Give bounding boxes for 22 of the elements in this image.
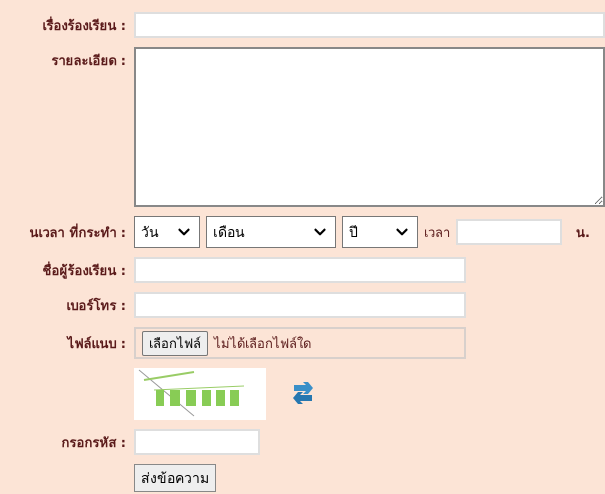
text-field[interactable]: [134, 292, 466, 318]
submit-button[interactable]: ส่งข้อความ: [134, 464, 216, 492]
field-label: เบอร์โทร :: [66, 296, 126, 316]
time-label: เวลา: [424, 224, 450, 242]
field-label: รายละเอียด :: [51, 52, 126, 71]
field-label: ชื่อผู้ร้องเรียน :: [42, 260, 126, 280]
text-field[interactable]: [134, 257, 466, 283]
code-field[interactable]: [134, 429, 260, 455]
textarea-field[interactable]: [134, 47, 605, 207]
time-field[interactable]: [456, 219, 562, 245]
field-label: กรอกรหัส :: [61, 434, 126, 452]
dropdown[interactable]: วัน: [134, 216, 200, 248]
choose-file-button[interactable]: เลือกไฟล์: [142, 330, 208, 356]
unit-label: น.: [576, 224, 590, 242]
field-label: ไฟล์แนบ :: [67, 334, 126, 354]
dropdown[interactable]: เดือน: [206, 216, 336, 248]
refresh-icon[interactable]: [290, 381, 316, 407]
field-label: เรื่องร้องเรียน :: [42, 16, 126, 36]
file-status: ไม่ได้เลือกไฟล์ใด: [214, 335, 311, 354]
field-label: นเวลา ที่กระทำ :: [30, 222, 126, 242]
text-field[interactable]: [134, 12, 605, 38]
dropdown[interactable]: ปี: [342, 216, 418, 248]
